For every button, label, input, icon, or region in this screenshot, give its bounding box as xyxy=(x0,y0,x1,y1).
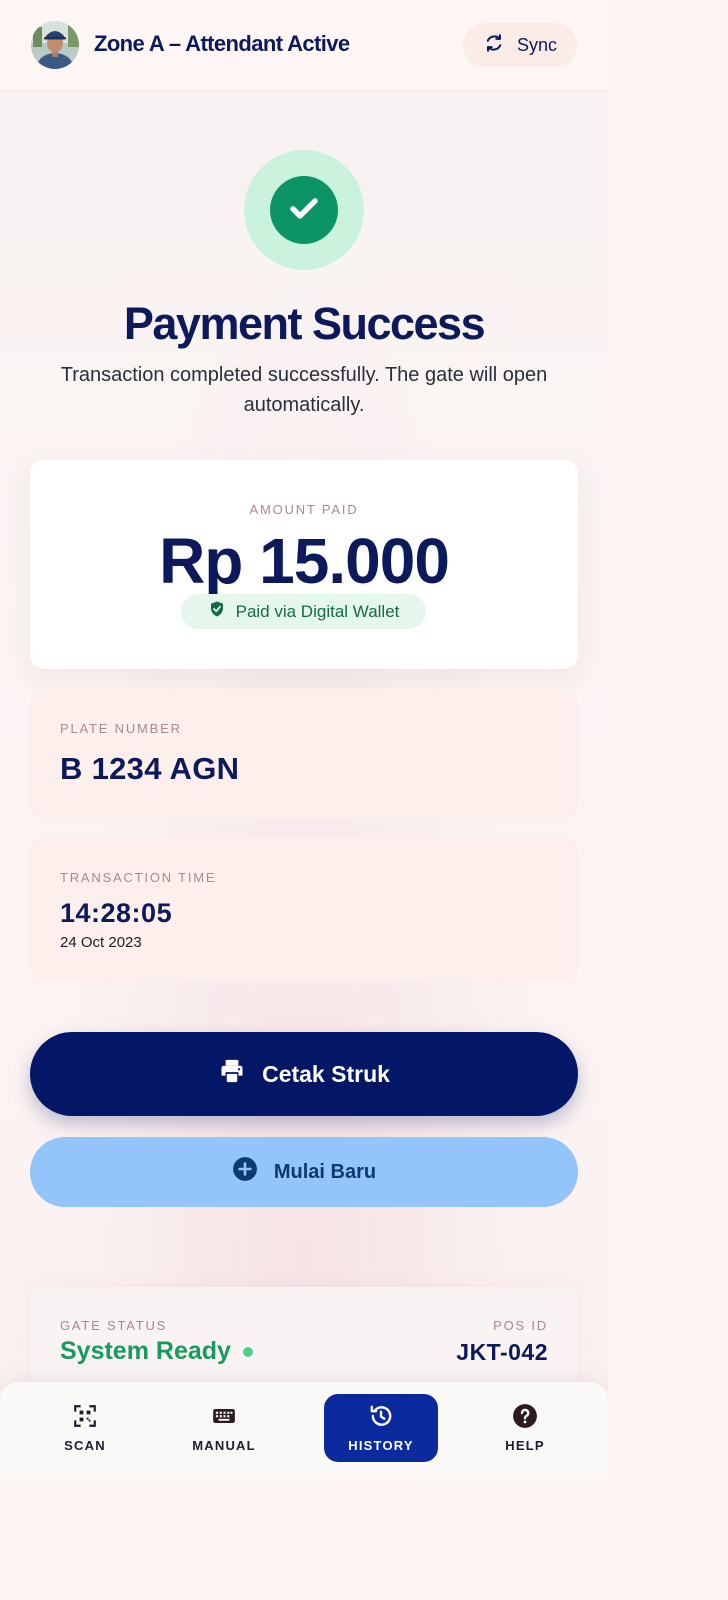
pos-id-label: POS ID xyxy=(493,1318,548,1333)
nav-label-history: HISTORY xyxy=(348,1438,414,1453)
status-dot-icon xyxy=(242,1346,253,1357)
transaction-time-label: TRANSACTION TIME xyxy=(60,870,217,885)
sync-icon xyxy=(483,32,505,59)
print-receipt-label: Cetak Struk xyxy=(262,1060,390,1087)
top-app-bar: Zone A – Attendant Active Sync xyxy=(0,0,608,91)
avatar-image xyxy=(31,21,79,69)
page-title: Payment Success xyxy=(123,298,486,349)
help-icon xyxy=(512,1403,538,1432)
nav-item-help[interactable]: HELP xyxy=(485,1394,565,1462)
gate-status-value: System Ready xyxy=(60,1337,253,1366)
plate-number-card: PLATE NUMBER B 1234 AGN xyxy=(30,689,578,818)
success-message: Transaction completed successfully. The … xyxy=(60,364,548,416)
check-icon xyxy=(285,189,323,232)
bottom-navigation: SCAN MANUAL HISTORY HELP xyxy=(0,1382,608,1480)
nav-item-scan[interactable]: SCAN xyxy=(45,1394,125,1462)
success-indicator xyxy=(244,150,364,270)
nav-label-manual: MANUAL xyxy=(192,1438,256,1453)
nav-label-scan: SCAN xyxy=(64,1438,106,1453)
zone-title: Zone A – Attendant Active xyxy=(94,31,350,56)
start-new-button[interactable]: Mulai Baru xyxy=(30,1137,578,1207)
history-icon xyxy=(368,1403,394,1432)
pos-id-value: JKT-042 xyxy=(456,1339,548,1365)
amount-value: Rp 15.000 xyxy=(159,525,450,597)
shield-check-icon xyxy=(208,600,226,623)
qr-scan-icon xyxy=(72,1403,98,1432)
keyboard-icon xyxy=(211,1403,237,1432)
attendant-avatar[interactable] xyxy=(31,21,79,69)
app-screen: Zone A – Attendant Active Sync Payment S… xyxy=(0,0,608,1480)
payment-method-text: Paid via Digital Wallet xyxy=(235,601,400,621)
nav-label-help: HELP xyxy=(505,1438,545,1453)
sync-label: Sync xyxy=(516,34,558,55)
nav-item-manual[interactable]: MANUAL xyxy=(184,1394,264,1462)
plate-number-label: PLATE NUMBER xyxy=(60,721,182,736)
start-new-label: Mulai Baru xyxy=(273,1160,377,1183)
transaction-date-value: 24 Oct 2023 xyxy=(60,934,142,951)
nav-item-history[interactable]: HISTORY xyxy=(324,1394,438,1462)
payment-method-badge: Paid via Digital Wallet xyxy=(181,594,426,629)
amount-card: AMOUNT PAID Rp 15.000 Paid via Digital W… xyxy=(30,460,578,669)
plate-number-value: B 1234 AGN xyxy=(60,751,240,786)
transaction-time-card: TRANSACTION TIME 14:28:05 24 Oct 2023 xyxy=(30,838,578,981)
printer-icon xyxy=(218,1057,246,1091)
transaction-time-value: 14:28:05 xyxy=(60,898,173,928)
sync-button[interactable]: Sync xyxy=(463,23,577,67)
plus-circle-icon xyxy=(232,1156,258,1188)
gate-status-label: GATE STATUS xyxy=(60,1318,168,1333)
gate-status-text: System Ready xyxy=(60,1337,231,1365)
amount-label: AMOUNT PAID xyxy=(249,502,359,517)
print-receipt-button[interactable]: Cetak Struk xyxy=(30,1032,578,1116)
